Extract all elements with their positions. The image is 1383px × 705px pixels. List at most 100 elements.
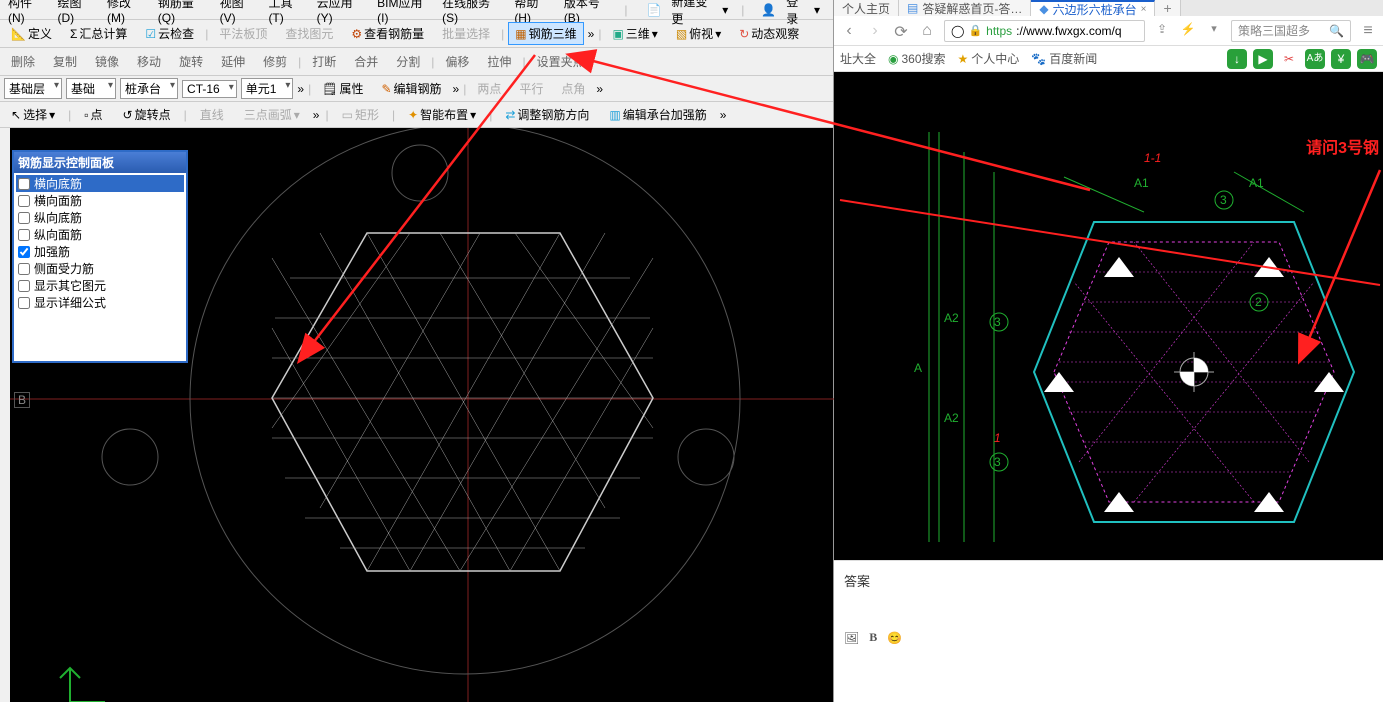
close-icon[interactable]: × [1141, 4, 1147, 15]
bm-360search[interactable]: ◉360搜索 [888, 50, 946, 67]
bm-addr-all[interactable]: 址大全 [840, 50, 876, 67]
forward-button[interactable]: › [866, 22, 884, 40]
smart-layout-button[interactable]: ✦智能布置 ▾ [401, 103, 483, 126]
tab-personal-home[interactable]: 个人主页 [834, 0, 899, 16]
ext-download-icon[interactable]: ↓ [1227, 49, 1247, 69]
trim-button[interactable]: 修剪 [256, 50, 294, 73]
ext-translate-icon[interactable]: Aあ [1305, 49, 1325, 69]
unit-combo[interactable]: 单元1 [241, 78, 294, 99]
rebar-item-label: 横向底筋 [34, 175, 82, 192]
rebar-display-panel[interactable]: 钢筋显示控制面板 横向底筋横向面筋纵向底筋纵向面筋加强筋侧面受力筋显示其它图元显… [12, 150, 188, 363]
move-button[interactable]: 移动 [130, 50, 168, 73]
new-tab-button[interactable]: + [1155, 0, 1180, 16]
topview-icon: ▧ [676, 27, 687, 41]
two-point-button[interactable]: 两点 [470, 77, 508, 100]
edit-rebar-button[interactable]: ✎编辑钢筋 [374, 77, 448, 100]
rebar-checkbox[interactable] [18, 178, 30, 190]
rebar-item-label: 侧面受力筋 [34, 260, 94, 277]
find-tuyuan-button[interactable]: 查找图元 [278, 22, 340, 45]
rebar-item-4[interactable]: 加强筋 [16, 243, 184, 260]
rebar-checkbox[interactable] [18, 280, 30, 292]
tab-hex-cap[interactable]: ◆六边形六桩承台× [1031, 0, 1155, 16]
view-rebar-qty-button[interactable]: ⚙查看钢筋量 [344, 22, 431, 45]
url-rest: ://www.fwxgx.com/q [1016, 24, 1121, 38]
break-button[interactable]: 打断 [305, 50, 343, 73]
reload-button[interactable]: ⟳ [892, 22, 910, 40]
share-icon[interactable]: ⇪ [1153, 22, 1171, 40]
copy-button[interactable]: 复制 [46, 50, 84, 73]
ext-play-icon[interactable]: ▶ [1253, 49, 1273, 69]
offset-button[interactable]: 偏移 [438, 50, 476, 73]
member-combo[interactable]: 桩承台 [120, 78, 178, 99]
extend-button[interactable]: 延伸 [214, 50, 252, 73]
menu-icon[interactable]: ≡ [1359, 22, 1377, 40]
rebar-checkbox[interactable] [18, 229, 30, 241]
sum-calc-button[interactable]: Σ汇总计算 [63, 22, 134, 45]
category-combo[interactable]: 基础 [66, 78, 116, 99]
rebar-checkbox[interactable] [18, 195, 30, 207]
point-icon: ▫ [84, 108, 88, 122]
home-button[interactable]: ⌂ [918, 22, 936, 40]
rebar-item-5[interactable]: 侧面受力筋 [16, 260, 184, 277]
rebar-item-1[interactable]: 横向面筋 [16, 192, 184, 209]
top-view-button[interactable]: ▧俯视 ▾ [669, 22, 728, 45]
point-tool-button[interactable]: ▫点 [77, 103, 109, 126]
sigma-icon: Σ [70, 27, 77, 41]
ext-wallet-icon[interactable]: ¥ [1331, 49, 1351, 69]
code-combo[interactable]: CT-16 [182, 80, 237, 98]
rebar-item-6[interactable]: 显示其它图元 [16, 277, 184, 294]
define-button[interactable]: 📐定义 [4, 22, 59, 45]
emoji-icon[interactable]: 😊 [887, 631, 902, 645]
rotate-button[interactable]: 旋转 [172, 50, 210, 73]
page-icon: ◆ [1039, 2, 1048, 16]
stretch-button[interactable]: 拉伸 [480, 50, 518, 73]
rebar-checkbox[interactable] [18, 246, 30, 258]
rotate-point-icon: ↺ [123, 108, 133, 122]
adjust-dir-button[interactable]: ⇄调整钢筋方向 [498, 103, 596, 126]
tab-faq-home[interactable]: ▤答疑解惑首页-答… [899, 0, 1031, 16]
bm-baidu-news[interactable]: 🐾百度新闻 [1031, 50, 1097, 67]
rebar-item-label: 显示详细公式 [34, 294, 106, 311]
dynamic-observe-button[interactable]: ↻动态观察 [732, 22, 806, 45]
batch-select-button[interactable]: 批量选择 [435, 22, 497, 45]
rebar-item-label: 纵向底筋 [34, 209, 82, 226]
bold-button[interactable]: B [869, 630, 877, 645]
back-button[interactable]: ‹ [840, 22, 858, 40]
ext-game-icon[interactable]: 🎮 [1357, 49, 1377, 69]
select-button[interactable]: ↖选择 ▾ [4, 103, 62, 126]
search-input[interactable]: 策略三国超多🔍 [1231, 20, 1351, 42]
delete-button[interactable]: 删除 [4, 50, 42, 73]
cursor-icon: ↖ [11, 108, 21, 122]
rotate-point-button[interactable]: ↺旋转点 [116, 103, 178, 126]
floor-combo[interactable]: 基础层 [4, 78, 62, 99]
split-button[interactable]: 分割 [389, 50, 427, 73]
image-icon[interactable]: 🖼 [844, 631, 859, 645]
url-input[interactable]: ◯ 🔒 https://www.fwxgx.com/q [944, 20, 1145, 42]
flat-top-button[interactable]: 平法板顶 [212, 22, 274, 45]
chevron-down-icon[interactable]: ▾ [1205, 22, 1223, 40]
rebar-checkbox[interactable] [18, 297, 30, 309]
3d-button[interactable]: ▣三维 ▾ [605, 22, 664, 45]
rect-tool-button[interactable]: ▭矩形 [335, 103, 386, 126]
browser-tabs: 个人主页 ▤答疑解惑首页-答… ◆六边形六桩承台× + [834, 0, 1383, 16]
rebar-checkbox[interactable] [18, 263, 30, 275]
rebar-item-3[interactable]: 纵向面筋 [16, 226, 184, 243]
rebar-3d-button[interactable]: ▦钢筋三维 [508, 22, 583, 45]
edit-cap-rebar-button[interactable]: ▥编辑承台加强筋 [602, 103, 713, 126]
parallel-button[interactable]: 平行 [512, 77, 550, 100]
bm-personal[interactable]: ★个人中心 [958, 50, 1020, 67]
rebar-item-7[interactable]: 显示详细公式 [16, 294, 184, 311]
line-tool-button[interactable]: 直线 [193, 103, 231, 126]
flash-icon[interactable]: ⚡ [1179, 22, 1197, 40]
cloud-check-button[interactable]: ☑云检查 [138, 22, 201, 45]
rebar-item-2[interactable]: 纵向底筋 [16, 209, 184, 226]
point-angle-button[interactable]: 点角 [554, 77, 592, 100]
ext-scissors-icon[interactable]: ✂ [1279, 49, 1299, 69]
attr-button[interactable]: 🗒属性 [315, 77, 370, 100]
set-basepoint-button[interactable]: 设置夹点 [530, 50, 592, 73]
rebar-checkbox[interactable] [18, 212, 30, 224]
rebar-item-0[interactable]: 横向底筋 [16, 175, 184, 192]
mirror-button[interactable]: 镜像 [88, 50, 126, 73]
arc3-tool-button[interactable]: 三点画弧 ▾ [237, 103, 307, 126]
merge-button[interactable]: 合并 [347, 50, 385, 73]
